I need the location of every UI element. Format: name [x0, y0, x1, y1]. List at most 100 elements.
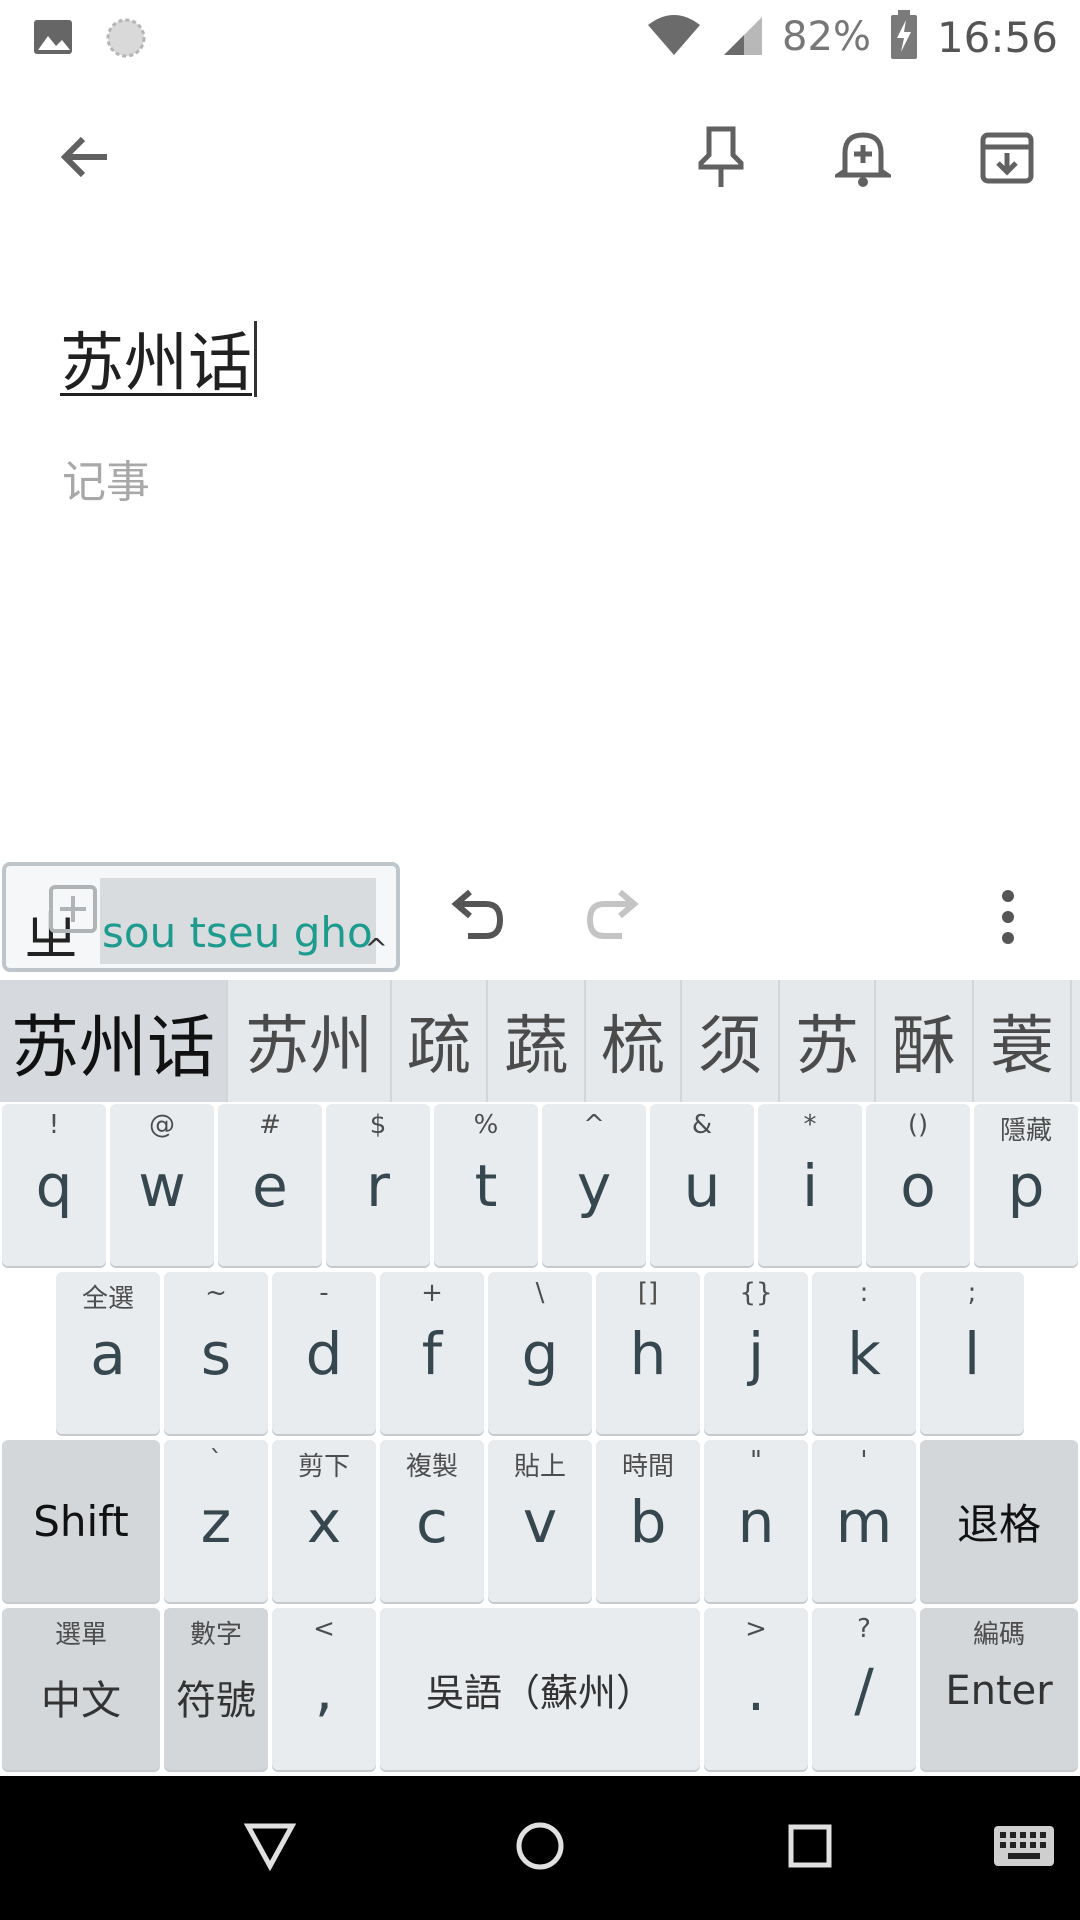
key-label: e — [252, 1152, 288, 1220]
candidate-item[interactable]: 苏 — [780, 980, 876, 1102]
key-label: d — [305, 1320, 343, 1388]
key-e[interactable]: # e — [218, 1104, 322, 1266]
note-toolbar — [0, 74, 1080, 238]
key-hint: < — [313, 1614, 335, 1644]
nav-keyboard-button[interactable] — [984, 1812, 1064, 1884]
more-options-button[interactable] — [980, 882, 1036, 952]
key-hint: 剪下 — [297, 1452, 350, 1482]
navigation-bar — [0, 1776, 1080, 1920]
key-label: q — [35, 1152, 73, 1220]
composing-text: sou tseu gho — [102, 908, 373, 957]
key-label: s — [200, 1320, 232, 1388]
key-v[interactable]: 貼上 v — [488, 1440, 592, 1602]
back-arrow-icon — [57, 129, 113, 189]
candidate-item[interactable]: 须 — [682, 980, 780, 1102]
key-w[interactable]: @ w — [110, 1104, 214, 1266]
key-i[interactable]: * i — [758, 1104, 862, 1266]
candidate-item[interactable]: 疏 — [392, 980, 488, 1102]
key-label: y — [576, 1152, 612, 1220]
key-l[interactable]: ; l — [920, 1272, 1024, 1434]
nav-back-button[interactable] — [234, 1812, 306, 1884]
key-q[interactable]: ! q — [2, 1104, 106, 1266]
nav-home-button[interactable] — [504, 1812, 576, 1884]
expand-caret-icon[interactable]: ^ — [365, 932, 388, 965]
reminder-button[interactable] — [818, 114, 908, 204]
key-c[interactable]: 複製 c — [380, 1440, 484, 1602]
period-key[interactable]: >. — [704, 1608, 808, 1770]
key-label: x — [306, 1488, 342, 1556]
key-hint: () — [907, 1110, 929, 1140]
key-label: u — [683, 1152, 721, 1220]
key-label: a — [90, 1320, 126, 1388]
key-label: f — [421, 1320, 443, 1388]
key-x[interactable]: 剪下 x — [272, 1440, 376, 1602]
key-hint: {} — [739, 1278, 773, 1308]
symbols-key[interactable]: 數字 符號 — [164, 1608, 268, 1770]
space-key[interactable]: 吳語（蘇州） — [380, 1608, 700, 1770]
key-hint: ^ — [583, 1110, 605, 1140]
undo-button[interactable] — [440, 882, 510, 952]
key-hint: ' — [860, 1446, 868, 1476]
key-hint: 選單 — [54, 1620, 107, 1650]
nav-recents-button[interactable] — [774, 1812, 846, 1884]
composing-box[interactable]: ㄓ sou tseu gho ^ — [2, 862, 400, 972]
back-triangle-icon — [242, 1818, 298, 1878]
candidate-item[interactable]: 苏州话 — [0, 980, 228, 1102]
note-title-field[interactable]: 苏州话 — [60, 312, 257, 404]
key-label: l — [963, 1320, 981, 1388]
clock-time: 16:56 — [936, 12, 1058, 62]
key-hint: ~ — [205, 1278, 227, 1308]
recents-square-icon — [782, 1818, 838, 1878]
key-k[interactable]: :k — [812, 1272, 916, 1434]
candidate-item[interactable]: 酥 — [876, 980, 974, 1102]
key-m[interactable]: ' m — [812, 1440, 916, 1602]
key-d[interactable]: -d — [272, 1272, 376, 1434]
key-j[interactable]: {} j — [704, 1272, 808, 1434]
back-button[interactable] — [40, 114, 130, 204]
redo-button[interactable] — [580, 882, 650, 952]
key-a[interactable]: 全選 a — [56, 1272, 160, 1434]
keyboard-icon — [992, 1822, 1056, 1874]
key-label: i — [801, 1152, 819, 1220]
key-p[interactable]: 隱藏 p — [974, 1104, 1078, 1266]
reminder-bell-icon — [830, 125, 896, 193]
key-hint: 數字 — [189, 1620, 242, 1650]
key-f[interactable]: + f — [380, 1272, 484, 1434]
backspace-key[interactable]: 退格 — [920, 1440, 1078, 1602]
key-hint: ! — [48, 1110, 60, 1140]
key-z[interactable]: ` z — [164, 1440, 268, 1602]
language-switch-key[interactable]: 選單 中文 — [2, 1608, 160, 1770]
key-label: g — [521, 1320, 559, 1388]
slash-key[interactable]: ? / — [812, 1608, 916, 1770]
key-u[interactable]: & u — [650, 1104, 754, 1266]
candidate-item[interactable]: 蓑 — [974, 980, 1072, 1102]
candidate-item[interactable]: 梳 — [586, 980, 682, 1102]
candidate-item[interactable]: 苏州 — [228, 980, 392, 1102]
key-r[interactable]: $ r — [326, 1104, 430, 1266]
key-label: / — [854, 1656, 874, 1724]
key-hint: ; — [967, 1278, 977, 1308]
shift-key[interactable]: Shift — [2, 1440, 160, 1602]
key-t[interactable]: % t — [434, 1104, 538, 1266]
comma-key[interactable]: <, — [272, 1608, 376, 1770]
add-word-icon — [48, 884, 98, 934]
key-n[interactable]: " n — [704, 1440, 808, 1602]
candidate-item[interactable]: 蔬 — [488, 980, 586, 1102]
key-label: v — [522, 1488, 558, 1556]
key-label: 退格 — [956, 1499, 1041, 1549]
key-o[interactable]: () o — [866, 1104, 970, 1266]
key-b[interactable]: 時間 b — [596, 1440, 700, 1602]
key-hint: - — [319, 1278, 329, 1308]
key-y[interactable]: ^ y — [542, 1104, 646, 1266]
key-g[interactable]: \ g — [488, 1272, 592, 1434]
pin-button[interactable] — [676, 114, 766, 204]
archive-button[interactable] — [962, 114, 1052, 204]
key-hint: 貼上 — [513, 1452, 566, 1482]
enter-key[interactable]: 編碼 Enter — [920, 1608, 1078, 1770]
note-body-field[interactable]: 记事 — [62, 446, 150, 510]
key-hint: > — [745, 1614, 767, 1644]
home-circle-icon — [512, 1818, 568, 1878]
key-h[interactable]: [] h — [596, 1272, 700, 1434]
key-hint: 複製 — [405, 1452, 458, 1482]
key-s[interactable]: ~ s — [164, 1272, 268, 1434]
